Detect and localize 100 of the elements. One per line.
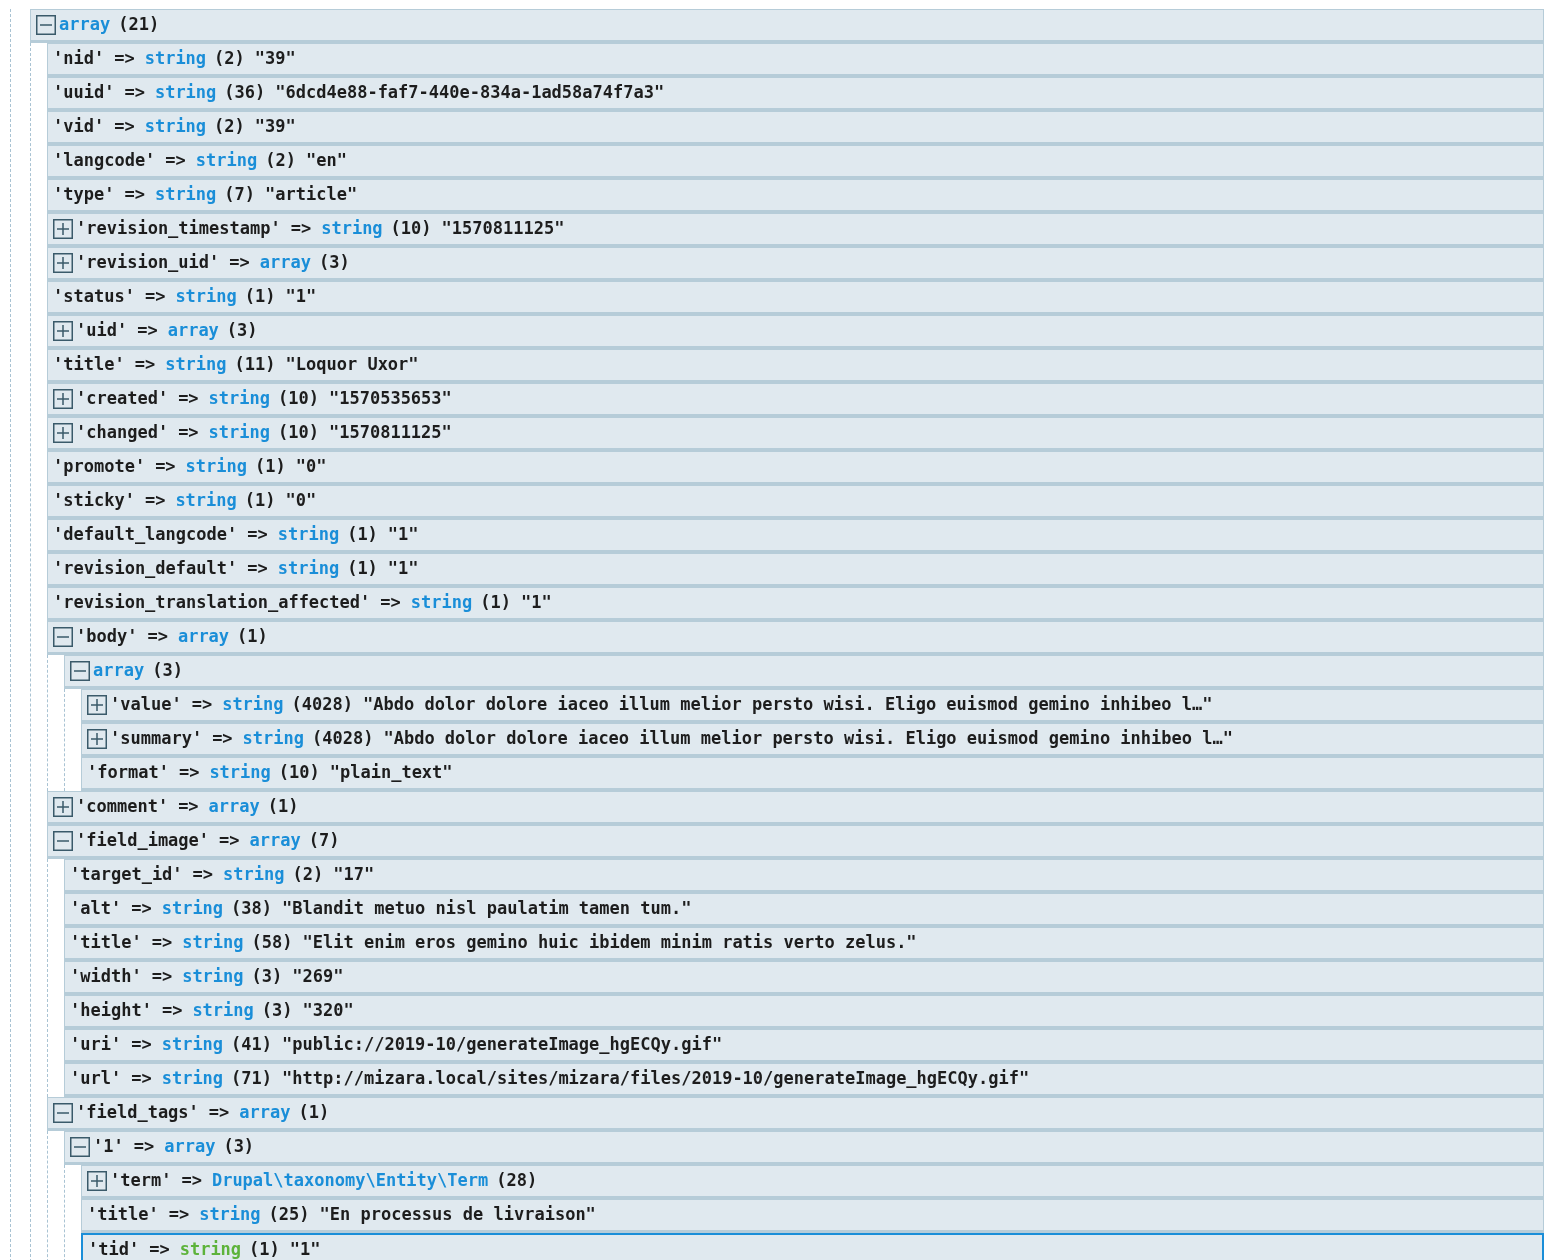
dump-row[interactable]: 'height' => string (3) "320" [64,995,1544,1029]
type-label: string [209,761,271,785]
arrow-text: => [131,1067,152,1091]
size-label: (3) [223,1135,255,1159]
dump-row[interactable]: 'status' => string (1) "1" [47,281,1544,315]
key-label: 'title' [53,353,125,377]
type-label: Drupal\taxonomy\Entity\Term [211,1169,489,1193]
minus-icon[interactable] [53,1103,73,1123]
arrow-text: => [134,353,156,377]
key-label: 'tid' [88,1238,140,1260]
size-label: (2) [292,863,324,887]
dump-row[interactable]: array (21) [30,9,1544,43]
value-text: "Elit enim eros gemino huic ibidem minim ratis verto zelus." [302,931,917,955]
dump-row[interactable]: 'revision_uid' => array (3) [47,247,1544,281]
dump-row[interactable]: 'langcode' => string (2) "en" [47,145,1544,179]
value-text: "public://2019-10/generateImage_hgECQy.gif" [282,1033,723,1057]
dump-row[interactable]: array (3) [64,655,1544,689]
type-label: array [59,13,111,37]
plus-icon[interactable] [53,253,73,273]
dump-row[interactable]: 'default_langcode' => string (1) "1" [47,519,1544,553]
minus-icon[interactable] [70,661,90,681]
dump-row[interactable]: 'type' => string (7) "article" [47,179,1544,213]
plus-icon[interactable] [87,695,107,715]
dump-row[interactable]: 'sticky' => string (1) "0" [47,485,1544,519]
dump-row[interactable]: 'revision_default' => string (1) "1" [47,553,1544,587]
dump-row[interactable]: 'url' => string (71) "http://mizara.local/sites/mizara/files/2019-10/generateImage_hgECQy.gif" [64,1063,1544,1097]
minus-icon[interactable] [53,831,73,851]
dump-row[interactable]: 'tid' => string (1) "1" [81,1233,1544,1260]
dump-row[interactable]: 'width' => string (3) "269" [64,961,1544,995]
value-text: "en" [306,149,347,173]
type-label: string [154,183,217,207]
dump-row[interactable]: 'uri' => string (41) "public://2019-10/generateImage_hgECQy.gif" [64,1029,1544,1063]
value-text: "Abdo dolor dolore iaceo illum melior persto wisi. Eligo euismod gemino inhibeo l…" [363,693,1213,717]
type-label: string [192,999,254,1023]
dump-row[interactable]: 'promote' => string (1) "0" [47,451,1544,485]
dump-row[interactable]: 'target_id' => string (2) "17" [64,859,1544,893]
key-label: 'value' [110,693,182,717]
dump-row[interactable]: 'value' => string (4028) "Abdo dolor dolore iaceo illum melior persto wisi. Eligo euismod gemino inhibeo l…" [81,689,1544,723]
dump-row[interactable]: 'title' => string (25) "En processus de livraison" [81,1199,1544,1233]
value-text: "1" [387,557,419,581]
dump-row[interactable]: 'revision_translation_affected' => string (1) "1" [47,587,1544,621]
plus-icon[interactable] [53,797,73,817]
dump-row[interactable]: 'uid' => array (3) [47,315,1544,349]
type-label: string [161,897,224,921]
plus-icon[interactable] [53,389,73,409]
type-label: string [182,931,244,955]
dump-row[interactable]: 'field_tags' => array (1) [47,1097,1544,1131]
dump-row[interactable]: 'vid' => string (2) "39" [47,111,1544,145]
dump-row[interactable]: 'title' => string (58) "Elit enim eros gemino huic ibidem minim ratis verto zelus." [64,927,1544,961]
size-label: (1) [347,557,378,581]
arrow-text: => [149,1238,170,1260]
type-label: string [321,217,383,241]
dump-row[interactable]: 'summary' => string (4028) "Abdo dolor dolore iaceo illum melior persto wisi. Eligo euismod gemino inhibeo l…" [81,723,1544,757]
value-text: "1" [285,285,317,309]
size-label: (1) [244,489,276,513]
size-label: (1) [267,795,299,819]
dump-row[interactable]: 'format' => string (10) "plain_text" [81,757,1544,791]
arrow-text: => [247,523,268,547]
key-label: 'field_tags' [76,1101,199,1125]
dump-row[interactable]: 'body' => array (1) [47,621,1544,655]
arrow-text: => [165,149,186,173]
arrow-text: => [178,761,200,785]
size-label: (1) [249,1238,280,1260]
plus-icon[interactable] [87,729,107,749]
size-label: (10) [278,761,320,785]
dump-row[interactable]: '1' => array (3) [64,1131,1544,1165]
minus-icon[interactable] [36,15,56,35]
dump-row[interactable]: 'revision_timestamp' => string (10) "1570811125" [47,213,1544,247]
value-text: "0" [285,489,317,513]
key-label: 'term' [110,1169,172,1193]
key-label: 'type' [53,183,115,207]
minus-icon[interactable] [53,627,73,647]
type-label: string [208,421,271,445]
type-label: string [175,285,237,309]
arrow-text: => [133,1135,155,1159]
dump-row[interactable]: 'alt' => string (38) "Blandit metuo nisl paulatim tamen tum." [64,893,1544,927]
plus-icon[interactable] [53,219,73,239]
type-label: array [239,1101,291,1125]
arrow-text: => [290,217,312,241]
size-label: (1) [480,591,511,615]
dump-row[interactable]: 'nid' => string (2) "39" [47,43,1544,77]
minus-icon[interactable] [70,1137,90,1157]
type-label: string [410,591,473,615]
type-label: string [208,387,271,411]
dump-row[interactable]: 'comment' => array (1) [47,791,1544,825]
arrow-text: => [168,1203,190,1227]
key-label: 'uid' [76,319,128,343]
key-label: 'title' [87,1203,159,1227]
dump-row[interactable]: 'field_image' => array (7) [47,825,1544,859]
dump-row[interactable]: 'created' => string (10) "1570535653" [47,383,1544,417]
dump-row[interactable]: 'changed' => string (10) "1570811125" [47,417,1544,451]
key-label: 'field_image' [76,829,210,853]
plus-icon[interactable] [87,1171,107,1191]
type-label: string [175,489,237,513]
plus-icon[interactable] [53,423,73,443]
dump-row[interactable]: 'term' => Drupal\taxonomy\Entity\Term (28) [81,1165,1544,1199]
type-label: string [277,523,340,547]
plus-icon[interactable] [53,321,73,341]
dump-row[interactable]: 'title' => string (11) "Loquor Uxor" [47,349,1544,383]
dump-row[interactable]: 'uuid' => string (36) "6dcd4e88-faf7-440e-834a-1ad58a74f7a3" [47,77,1544,111]
